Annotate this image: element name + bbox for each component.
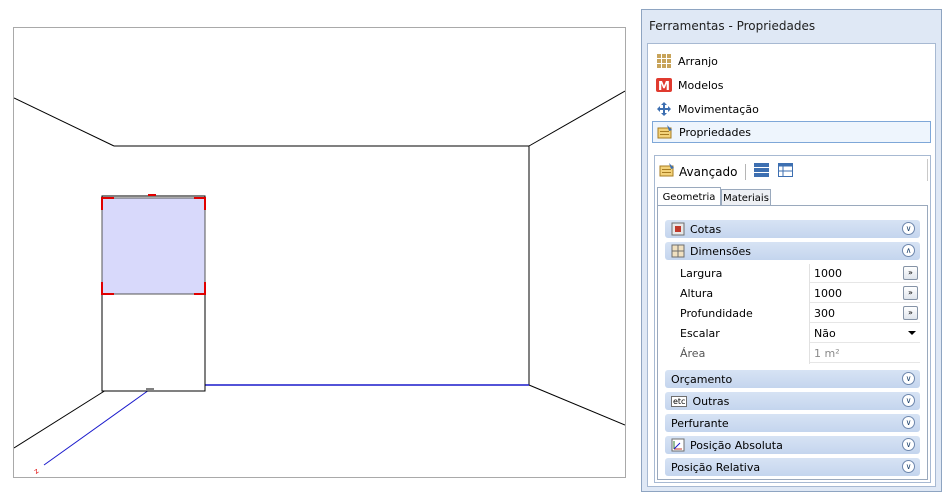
m-logo-icon: M: [656, 77, 672, 93]
property-label: Altura: [680, 287, 714, 300]
cabinet-icon: [671, 244, 685, 258]
property-largura: Largura 1000 »: [665, 264, 920, 284]
dimension-icon: [671, 222, 685, 236]
nav-label: Movimentação: [678, 102, 759, 116]
dropdown-arrow-icon[interactable]: [908, 331, 916, 335]
property-label: Largura: [680, 267, 723, 280]
property-value: Não: [814, 327, 836, 340]
group-outras[interactable]: etc Outras ∨: [665, 392, 920, 410]
property-profundidade: Profundidade 300 »: [665, 304, 920, 324]
ceiling-edge-right: [528, 90, 625, 147]
panel-content: Arranjo M Modelos Movimentação Proprieda…: [647, 43, 936, 487]
nav-label: Propriedades: [679, 125, 751, 139]
floor-edge-left: [14, 384, 115, 449]
svg-text:M: M: [658, 79, 670, 92]
move-arrows-icon: [656, 101, 672, 117]
group-posicao-absoluta[interactable]: Posição Absoluta ∨: [665, 436, 920, 454]
escalar-select[interactable]: Não: [810, 324, 920, 343]
group-label: Outras: [692, 394, 730, 408]
property-label: Profundidade: [680, 307, 753, 320]
group-orcamento[interactable]: Orçamento ∨: [665, 370, 920, 388]
geometria-tab-body: Cotas ∨ Dimensões ∧ Largura 1000 » Altur…: [657, 205, 928, 480]
largura-input[interactable]: 1000 »: [810, 264, 920, 283]
list-view-icon[interactable]: [754, 163, 770, 180]
chevron-down-icon[interactable]: ∨: [902, 372, 915, 385]
nav-label: Arranjo: [678, 54, 718, 68]
group-label: Cotas: [690, 222, 722, 236]
grid-icon: [656, 53, 672, 69]
group-label: Orçamento: [671, 372, 733, 386]
3d-viewport[interactable]: z: [13, 27, 626, 478]
group-label: Posição Absoluta: [690, 438, 783, 452]
nav-label: Modelos: [678, 78, 724, 92]
tab-geometria[interactable]: Geometria: [657, 187, 721, 207]
etc-icon: etc: [671, 394, 688, 408]
floor-axis-line: [43, 389, 150, 466]
chevron-down-icon[interactable]: ∨: [902, 416, 915, 429]
properties-icon[interactable]: [659, 163, 675, 180]
advanced-toolbar: Avançado: [659, 163, 794, 180]
property-value: 1 m²: [814, 347, 840, 360]
group-posicao-relativa[interactable]: Posição Relativa ∨: [665, 458, 920, 476]
toolbar-separator: [745, 163, 747, 180]
property-value: 1000: [814, 267, 842, 280]
ceiling-edge-left: [14, 97, 115, 147]
table-view-icon[interactable]: [778, 163, 794, 180]
group-perfurante[interactable]: Perfurante ∨: [665, 414, 920, 432]
properties-panel: Ferramentas - Propriedades Arranjo M Mod…: [641, 9, 942, 492]
area-value: 1 m²: [810, 344, 920, 363]
property-area: Área 1 m²: [665, 344, 920, 364]
panel-title: Ferramentas - Propriedades: [649, 19, 816, 33]
axes-icon: [671, 438, 685, 452]
expand-button[interactable]: »: [903, 306, 918, 320]
altura-input[interactable]: 1000 »: [810, 284, 920, 303]
group-cotas[interactable]: Cotas ∨: [665, 220, 920, 238]
profundidade-input[interactable]: 300 »: [810, 304, 920, 323]
property-label: Área: [680, 347, 706, 360]
room-scene: z: [14, 90, 625, 476]
group-label: Perfurante: [671, 416, 729, 430]
advanced-section: Avançado Geometria Materiais Cotas ∨ Dim…: [654, 155, 931, 483]
property-value: 300: [814, 307, 835, 320]
expand-button[interactable]: »: [903, 266, 918, 280]
nav-item-propriedades[interactable]: Propriedades: [652, 121, 931, 143]
selected-module: [101, 197, 206, 295]
chevron-down-icon[interactable]: ∨: [902, 394, 915, 407]
chevron-down-icon[interactable]: ∨: [902, 438, 915, 451]
etc-badge: etc: [671, 395, 688, 407]
chevron-down-icon[interactable]: ∨: [902, 460, 915, 473]
advanced-label[interactable]: Avançado: [679, 165, 737, 179]
nav-item-modelos[interactable]: M Modelos: [652, 74, 931, 96]
chevron-down-icon[interactable]: ∨: [902, 222, 915, 235]
property-altura: Altura 1000 »: [665, 284, 920, 304]
properties-icon: [657, 124, 673, 140]
floor-edge-right: [528, 384, 625, 426]
expand-button[interactable]: »: [903, 286, 918, 300]
property-value: 1000: [814, 287, 842, 300]
group-dimensoes[interactable]: Dimensões ∧: [665, 242, 920, 260]
chevron-up-icon[interactable]: ∧: [902, 244, 915, 257]
property-escalar: Escalar Não: [665, 324, 920, 344]
property-label: Escalar: [680, 327, 720, 340]
group-label: Posição Relativa: [671, 460, 761, 474]
nav-item-movimentacao[interactable]: Movimentação: [652, 98, 931, 120]
nav-item-arranjo[interactable]: Arranjo: [652, 50, 931, 72]
axis-label: z: [33, 467, 41, 476]
group-label: Dimensões: [690, 244, 751, 258]
